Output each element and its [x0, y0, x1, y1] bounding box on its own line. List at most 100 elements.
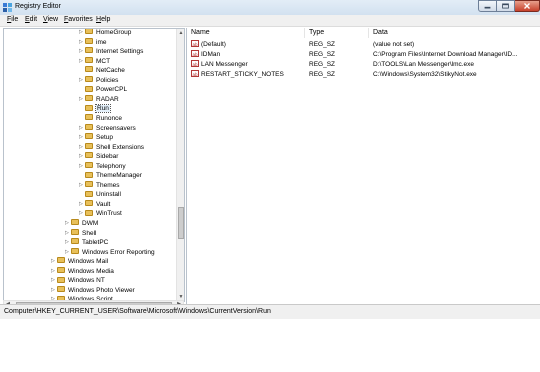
tree-item-label: Windows Media — [68, 267, 114, 275]
tree-item-label: HomeGroup — [96, 29, 132, 36]
folder-icon — [85, 114, 93, 121]
tree-item[interactable]: NetCache — [79, 66, 125, 75]
menu-help[interactable]: Help — [96, 16, 110, 23]
title-bar[interactable]: Registry Editor — [0, 0, 540, 15]
folder-icon — [57, 286, 65, 293]
tree-item-label: Policies — [96, 76, 119, 84]
folder-icon — [85, 29, 93, 35]
column-header-name[interactable]: Name — [187, 28, 305, 38]
tree-item[interactable]: ▷ Sidebar — [79, 152, 118, 161]
tree-item[interactable]: Runonce — [79, 114, 122, 123]
tree-item-label: Uninstall — [96, 191, 121, 199]
folder-icon — [85, 47, 93, 54]
tree-item-label: Vault — [96, 200, 111, 208]
close-button[interactable] — [515, 0, 540, 12]
value-row[interactable]: ab (Default) REG_SZ (value not set) — [187, 40, 540, 50]
tree-item[interactable]: ▷ WinTrust — [79, 209, 122, 218]
tree-item[interactable]: Uninstall — [79, 190, 121, 199]
value-name: IDMan — [201, 51, 221, 58]
tree-item[interactable]: ▷ Windows Media — [51, 267, 114, 276]
menu-favorites[interactable]: Favorites — [64, 16, 93, 23]
scroll-thumb[interactable] — [178, 207, 184, 239]
tree-item-label: TabletPC — [82, 239, 109, 247]
tree-item[interactable]: ▷ Windows Mail — [51, 257, 108, 266]
tree-item[interactable]: ThemeManager — [79, 171, 142, 180]
tree-item[interactable]: ▷ Internet Settings — [79, 47, 143, 56]
window-title: Registry Editor — [15, 3, 61, 10]
registry-editor-icon — [3, 3, 12, 12]
tree-item-label: ThemeManager — [96, 172, 142, 180]
folder-icon — [85, 161, 93, 168]
tree-item-label: Windows Photo Viewer — [68, 286, 135, 294]
close-icon — [524, 3, 530, 9]
tree-item-label: MCT — [96, 57, 111, 65]
value-type: REG_SZ — [309, 51, 336, 58]
tree-item[interactable]: ▷ ime — [79, 37, 106, 47]
tree-item[interactable]: ▷ Shell Extensions — [79, 142, 145, 152]
tree-item-label: Internet Settings — [96, 48, 144, 56]
tree-item-label: Shell — [82, 229, 97, 237]
tree-item[interactable]: ▷ Vault — [79, 200, 110, 209]
tree-item-label: PowerCPL — [96, 86, 128, 94]
registry-values-list: Name Type Data ab (Default) REG_SZ (value n… — [186, 28, 540, 308]
tree-item-label: Windows NT — [68, 277, 105, 285]
value-row[interactable]: ab RESTART_STICKY_NOTES REG_SZ C:\Windows\S… — [187, 70, 540, 80]
value-row[interactable]: ab LAN Messenger REG_SZ D:\TOOLS\Lan Messen… — [187, 60, 540, 70]
tree-item-label: WinTrust — [96, 210, 122, 218]
menu-file-rest: ile — [11, 16, 19, 23]
value-type: REG_SZ — [309, 41, 336, 48]
tree-item[interactable]: ▷ Screensavers — [79, 123, 136, 133]
tree-item[interactable]: ▷ DWM — [65, 219, 98, 228]
value-row[interactable]: ab IDMan REG_SZ C:\Program Files\Internet D… — [187, 50, 540, 60]
tree-item[interactable]: ▷ MCT — [79, 56, 111, 66]
tree-item-label: Screensavers — [96, 124, 136, 132]
value-name-cell: ab RESTART_STICKY_NOTES — [191, 70, 303, 80]
tree-item[interactable]: ▷ Shell — [65, 228, 97, 238]
tree-item-label: Shell Extensions — [96, 143, 145, 151]
tree-item[interactable]: Run — [79, 104, 111, 114]
folder-icon — [71, 247, 79, 254]
tree-item[interactable]: ▷ Windows Error Reporting — [65, 247, 155, 257]
tree-item[interactable]: ▷ Windows NT — [51, 276, 105, 285]
tree-item[interactable]: ▷ Policies — [79, 76, 118, 85]
value-name: LAN Messenger — [201, 61, 248, 68]
tree-item[interactable]: ▷ RADAR — [79, 95, 119, 104]
folder-icon — [57, 276, 65, 283]
menu-edit[interactable]: Edit — [25, 16, 37, 23]
tree-item-label: Runonce — [96, 114, 123, 122]
menu-bar: File Edit View Favorites Help — [0, 15, 540, 27]
tree-item[interactable]: ▷ HomeGroup — [79, 29, 132, 37]
string-value-icon: ab — [191, 40, 199, 47]
tree-item[interactable]: PowerCPL — [79, 85, 127, 94]
registry-key-tree: ▷ HomeGroup ▷ ime ▷ Internet Settings ▷ MCT NetC… — [3, 28, 185, 302]
tree-item-label: Themes — [96, 181, 120, 189]
folder-icon — [85, 95, 93, 102]
tree-item[interactable]: ▷ TabletPC — [65, 238, 108, 247]
minimize-button[interactable] — [478, 0, 497, 12]
menu-view[interactable]: View — [43, 16, 58, 23]
tree-item-label: RADAR — [96, 95, 119, 103]
menu-file[interactable]: File — [7, 16, 18, 23]
column-header-type[interactable]: Type — [305, 28, 369, 38]
folder-icon — [85, 76, 93, 83]
folder-icon — [71, 219, 79, 226]
value-data: D:\TOOLS\Lan Messenger\lmc.exe — [373, 61, 475, 68]
tree-item[interactable]: ▷ Themes — [79, 181, 119, 190]
folder-icon — [85, 56, 93, 63]
value-name: RESTART_STICKY_NOTES — [201, 71, 284, 78]
tree-item-label: NetCache — [96, 67, 125, 75]
scroll-up-icon[interactable]: ▲ — [177, 29, 184, 37]
folder-icon — [85, 171, 93, 178]
tree-item[interactable]: ▷ Telephony — [79, 161, 126, 171]
string-value-icon: ab — [191, 60, 199, 67]
folder-icon — [85, 142, 93, 149]
column-header-data[interactable]: Data — [369, 28, 540, 38]
maximize-button[interactable] — [497, 0, 515, 12]
tree-item-label: DWM — [82, 220, 99, 227]
folder-icon — [85, 123, 93, 130]
tree-vertical-scrollbar[interactable]: ▲ ▼ — [176, 29, 184, 301]
folder-icon — [85, 200, 93, 207]
tree-item[interactable]: ▷ Setup — [79, 133, 113, 142]
folder-icon — [85, 181, 93, 188]
tree-item[interactable]: ▷ Windows Photo Viewer — [51, 286, 135, 295]
